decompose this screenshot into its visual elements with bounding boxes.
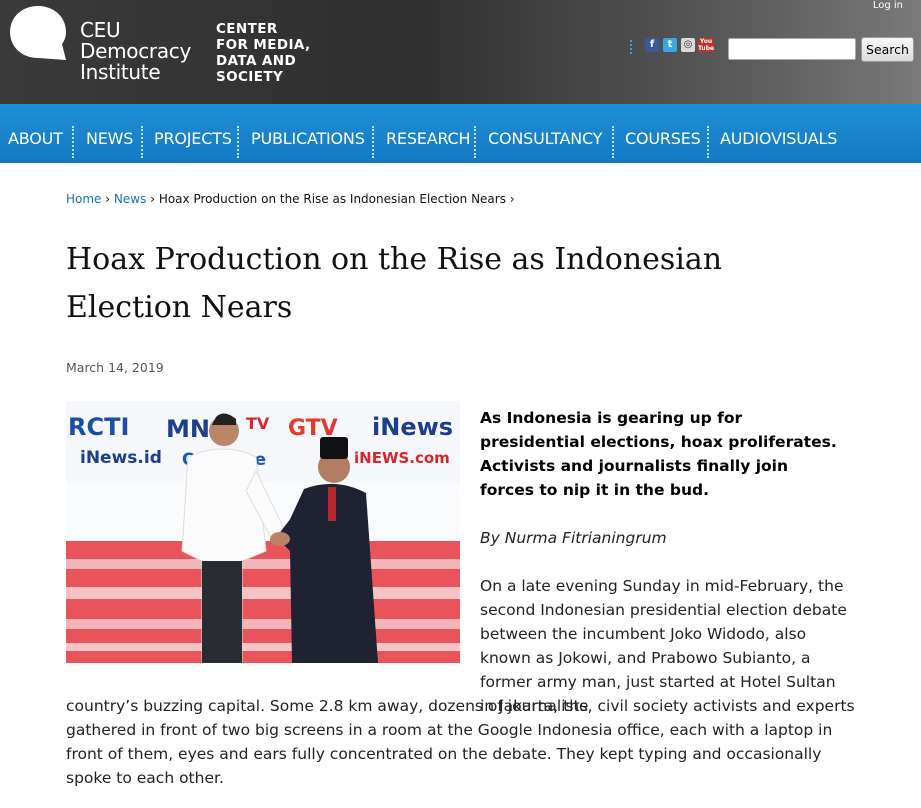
facebook-icon[interactable]: f bbox=[645, 38, 659, 52]
ceu-logo-icon[interactable] bbox=[8, 4, 68, 62]
instagram-icon[interactable]: ◎ bbox=[681, 38, 695, 52]
page-title: Hoax Production on the Rise as Indonesia… bbox=[66, 242, 723, 325]
search-button[interactable]: Search bbox=[861, 37, 914, 62]
photo-logo-inews-com: iNEWS.com bbox=[354, 449, 450, 467]
nav-separator bbox=[237, 126, 239, 158]
social-divider bbox=[630, 40, 634, 54]
photo-logo-inews-id: iNews.id bbox=[80, 448, 162, 468]
nav-separator bbox=[72, 126, 74, 158]
photo-logo-tv: TV bbox=[246, 414, 270, 433]
article-byline: By Nurma Fitrianingrum bbox=[480, 529, 667, 547]
breadcrumb-news-link[interactable]: News bbox=[114, 192, 146, 206]
nav-separator bbox=[474, 126, 476, 158]
breadcrumb-separator: › bbox=[150, 192, 155, 206]
breadcrumb-separator: › bbox=[509, 192, 515, 206]
nav-item-publications[interactable]: PUBLICATIONS bbox=[251, 104, 365, 163]
nav-item-courses[interactable]: COURSES bbox=[625, 104, 701, 163]
twitter-icon[interactable]: t bbox=[663, 38, 677, 52]
photo-logo-inews: iNews bbox=[372, 413, 453, 441]
nav-item-research[interactable]: RESEARCH bbox=[386, 104, 471, 163]
nav-separator bbox=[707, 126, 709, 158]
main-nav: ABOUT NEWS PROJECTS PUBLICATIONS RESEARC… bbox=[0, 104, 921, 163]
nav-separator bbox=[612, 126, 614, 158]
nav-separator bbox=[372, 126, 374, 158]
site-header: CEU Democracy Institute CENTER FOR MEDIA… bbox=[0, 0, 921, 104]
breadcrumb-current: Hoax Production on the Rise as Indonesia… bbox=[158, 192, 506, 206]
breadcrumb-separator: › bbox=[105, 192, 111, 206]
nav-item-audiovisuals[interactable]: AUDIOVISUALS bbox=[720, 104, 837, 163]
login-link[interactable]: Log in bbox=[873, 0, 903, 11]
nav-item-consultancy[interactable]: CONSULTANCY bbox=[488, 104, 602, 163]
breadcrumb: Home › News › Hoax Production on the Ris… bbox=[66, 192, 515, 206]
youtube-icon[interactable]: You Tube bbox=[698, 38, 714, 52]
breadcrumb-home-link[interactable]: Home bbox=[66, 192, 101, 206]
ceu-logo-text[interactable]: CEU Democracy Institute bbox=[80, 20, 191, 83]
article-lead: As Indonesia is gearing up for president… bbox=[480, 409, 837, 499]
nav-item-about[interactable]: ABOUT bbox=[8, 104, 63, 163]
nav-separator bbox=[141, 126, 143, 158]
article-photo: RCTI MNC TV GTV iNews iNews.id OKezone i… bbox=[66, 401, 460, 663]
center-logo-text[interactable]: CENTER FOR MEDIA, DATA AND SOCIETY bbox=[216, 21, 311, 85]
article-date: March 14, 2019 bbox=[66, 360, 164, 375]
search-input[interactable] bbox=[728, 38, 856, 60]
article-paragraph: country’s buzzing capital. Some 2.8 km a… bbox=[66, 697, 855, 787]
nav-item-projects[interactable]: PROJECTS bbox=[154, 104, 232, 163]
photo-logo-rcti: RCTI bbox=[68, 413, 129, 441]
nav-item-news[interactable]: NEWS bbox=[86, 104, 133, 163]
